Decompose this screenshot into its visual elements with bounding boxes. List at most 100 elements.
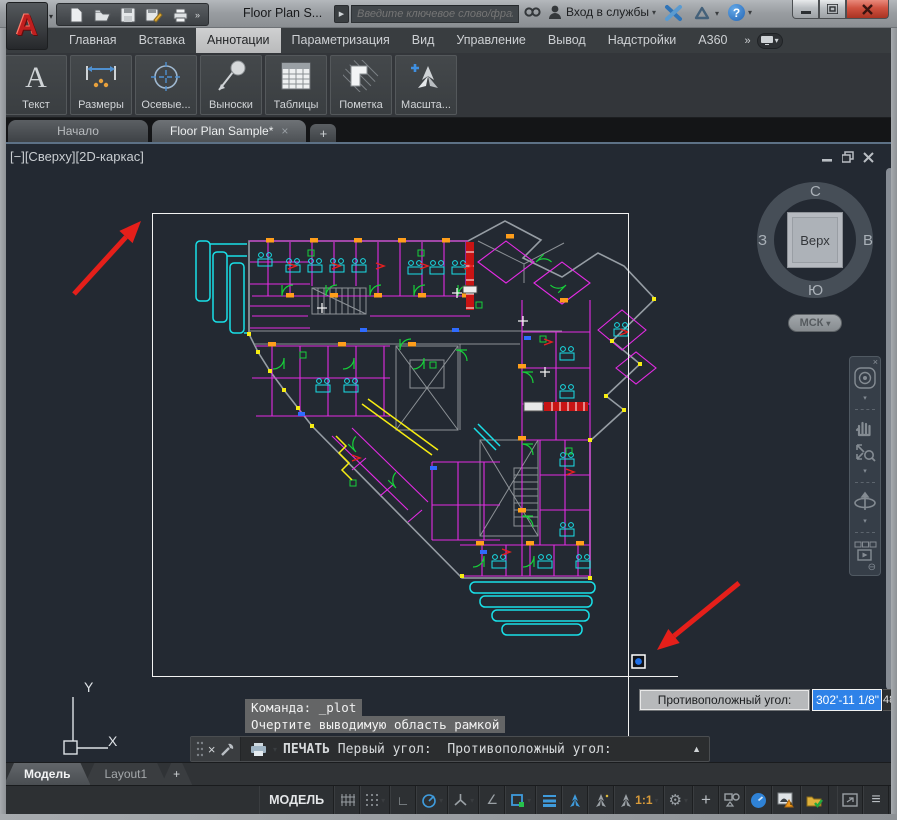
signin-caret-icon: ▾ [652,8,656,17]
open-file-icon[interactable] [91,5,113,24]
signin-control[interactable]: Вход в службы ▾ [548,4,656,20]
orbit-caret-icon[interactable]: ▾ [863,517,867,525]
tab-insert[interactable]: Вставка [128,28,196,53]
tab-home[interactable]: Главная [58,28,128,53]
annotation-scale-button[interactable]: 1:1 ▾ [614,786,663,814]
expand-search-icon[interactable]: ▶ [334,5,349,23]
background-publish-button[interactable] [772,786,801,814]
graphics-performance-button[interactable] [745,786,772,814]
panel-leaders[interactable]: Выноски [200,55,262,115]
viewcube-ucs-menu[interactable]: МСК ▾ [788,314,842,332]
object-snap-tracking-button[interactable]: ∠ [479,786,505,814]
snap-caret-icon[interactable]: ▾ [381,796,385,805]
new-file-icon[interactable] [65,5,87,24]
tab-model[interactable]: Модель [4,763,90,785]
ribbon-display-toggle[interactable]: ▾ [757,33,783,49]
object-snap-button[interactable]: ▾ [505,786,536,814]
panel-tables[interactable]: Таблицы [265,55,327,115]
scale-caret-icon[interactable]: ▾ [655,796,659,805]
drag-handle-icon[interactable] [196,741,203,757]
isolate-objects-button[interactable] [719,786,745,814]
isoplane-caret-icon[interactable]: ▾ [470,796,474,805]
ribbon-overflow-icon[interactable]: » [744,35,750,47]
annotation-autoscale-button[interactable] [588,786,614,814]
close-button[interactable] [846,0,889,19]
ortho-mode-button[interactable]: ∟ [390,786,416,814]
tab-manage[interactable]: Управление [445,28,537,53]
showmotion-icon[interactable] [853,540,877,562]
restore-button[interactable] [819,0,846,19]
minimize-button[interactable] [792,0,819,19]
doc-restore-icon[interactable] [842,151,854,163]
pan-hand-icon[interactable] [854,417,876,437]
zoom-caret-icon[interactable]: ▾ [863,467,867,475]
command-close-icon[interactable]: × [208,742,216,757]
tab-view[interactable]: Вид [401,28,446,53]
workspace-switching-button[interactable]: ⚙ ▾ [664,786,693,814]
zoom-extents-icon[interactable] [854,442,876,462]
viewcube-east[interactable]: В [863,232,873,249]
clean-screen-button[interactable] [837,786,863,814]
panel-markup[interactable]: Пометка [330,55,392,115]
orbit-icon[interactable] [853,490,877,512]
tab-parametric[interactable]: Параметризация [281,28,401,53]
tab-addins[interactable]: Надстройки [597,28,688,53]
svg-text:X: X [108,733,118,749]
polar-caret-icon[interactable]: ▾ [439,796,443,805]
search-input[interactable] [351,5,519,23]
viewcube-north[interactable]: С [810,183,821,200]
new-layout-button[interactable]: + [161,763,192,785]
plot-icon[interactable] [169,5,191,24]
annotation-visibility-button[interactable] [562,786,588,814]
navbar-menu-icon[interactable]: ⊖ [868,562,876,573]
command-history-toggle-icon[interactable]: ▲ [692,744,709,754]
tab-output[interactable]: Вывод [537,28,597,53]
panel-centerlines[interactable]: Осевые... [135,55,197,115]
viewport-controls[interactable]: [−][Сверху][2D-каркас] [10,149,144,164]
panel-annotation-scaling[interactable]: Масшта... [395,55,457,115]
command-options-caret-icon[interactable]: ▾ [273,745,277,754]
search-go-icon[interactable] [524,4,542,20]
model-space-button[interactable]: МОДЕЛЬ [259,786,334,814]
command-prompt[interactable]: Первый угол: Противоположный угол: [330,742,620,757]
command-line[interactable]: × ▾ ПЕЧАТЬ Первый угол: Противоположный … [190,736,710,762]
viewcube-south[interactable]: Ю [808,282,823,299]
save-as-icon[interactable] [143,5,165,24]
viewcube-top-face[interactable]: Верх [787,212,843,268]
help-control[interactable]: ? ▾ [728,4,752,21]
snap-mode-button[interactable]: ▾ [360,786,390,814]
a360-icon[interactable]: ▾ [692,4,719,22]
command-line-grip[interactable]: × [191,737,241,761]
save-icon[interactable] [117,5,139,24]
lineweight-button[interactable] [536,786,562,814]
tab-a360[interactable]: A360 [687,28,738,53]
qat-more-icon[interactable]: » [195,10,200,20]
navbar-close-icon[interactable]: × [873,357,878,367]
file-tab-close-icon[interactable]: × [281,124,288,138]
viewcube-west[interactable]: З [758,232,767,249]
workspace-caret-icon[interactable]: ▾ [684,796,688,805]
file-tab-drawing[interactable]: Floor Plan Sample* × [152,120,306,142]
file-tab-start[interactable]: Начало [8,120,148,142]
building-outline [249,221,655,578]
osnap-caret-icon[interactable]: ▾ [527,796,531,805]
doc-minimize-icon[interactable] [822,151,833,163]
navigation-wheel-icon[interactable] [854,367,876,389]
exchange-apps-icon[interactable] [664,4,684,22]
polar-tracking-button[interactable]: ▾ [416,786,448,814]
tab-annotate[interactable]: Аннотации [196,28,280,53]
open-documents-button[interactable] [801,786,829,814]
customization-menu-button[interactable]: ≡ [863,786,889,814]
panel-text[interactable]: A Текст [5,55,67,115]
doc-close-icon[interactable] [863,151,874,163]
dynamic-input-value[interactable]: 302'-11 1/8" [812,689,882,711]
tab-layout1[interactable]: Layout1 [84,763,167,785]
wheel-caret-icon[interactable]: ▾ [863,394,867,402]
application-menu-button[interactable]: A [6,2,48,50]
panel-dimension[interactable]: Размеры [70,55,132,115]
isometric-drafting-button[interactable]: ▾ [448,786,479,814]
customize-wrench-icon[interactable] [220,742,235,757]
annotation-monitor-button[interactable]: + [693,786,719,814]
new-drawing-tab-button[interactable]: + [310,124,336,142]
grid-display-button[interactable] [334,786,360,814]
